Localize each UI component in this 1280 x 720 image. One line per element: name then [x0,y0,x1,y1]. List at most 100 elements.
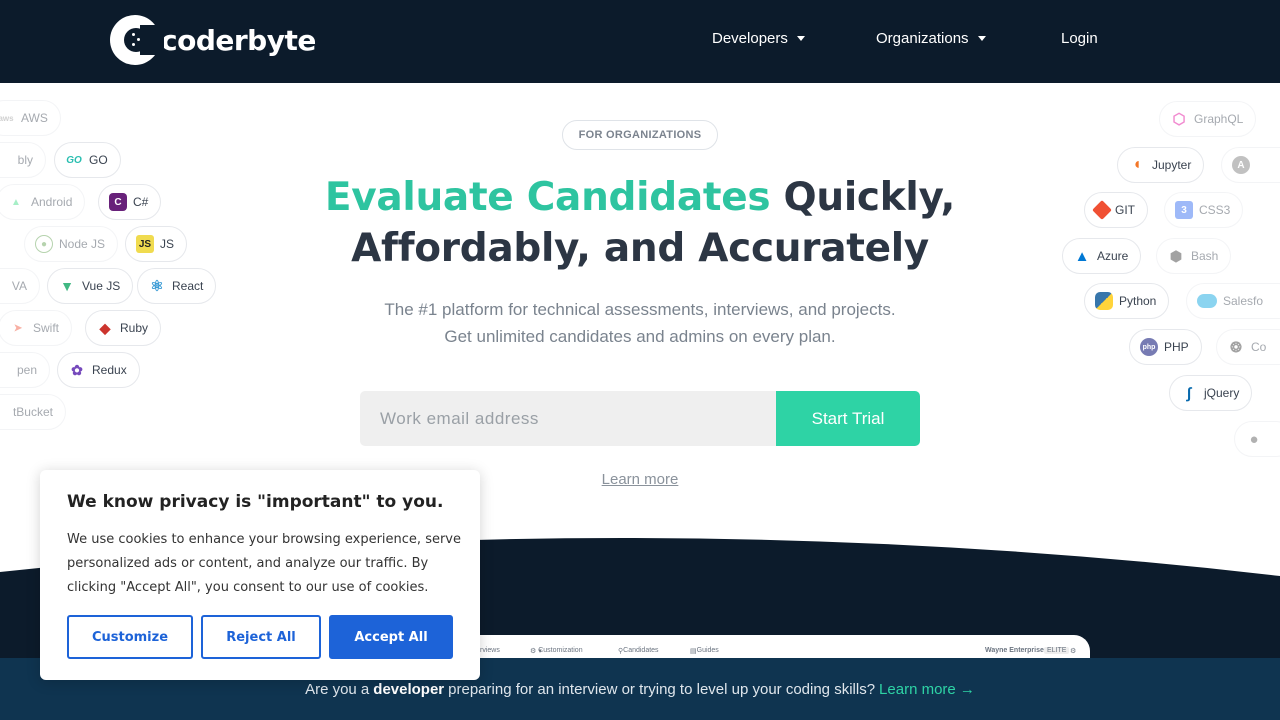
tech-pill-label: Node JS [59,237,106,251]
css3-icon: 3 [1175,201,1193,219]
ruby-icon: ◆ [99,319,111,336]
tech-pill-partial: pen [0,352,50,388]
tech-pill-vuejs: ▼ Vue JS [47,268,134,304]
redux-icon: ✿ [71,361,83,378]
tech-pill-codepen: ❂ Co [1216,329,1280,365]
graphql-icon: ⬡ [1172,111,1186,128]
tech-pill-angular: A [1221,147,1280,183]
start-trial-button[interactable]: Start Trial [776,391,920,446]
tech-pill-label: pen [16,363,37,377]
hero-headline: Evaluate Candidates Quickly, Affordably,… [300,172,980,274]
git-icon [1092,200,1112,220]
aws-icon: aws [0,113,14,123]
accept-all-button[interactable]: Accept All [329,615,453,659]
tech-pill-label: GIT [1115,203,1135,217]
preview-nav-item: ⚲ Candidates [618,647,659,655]
tech-pill-salesforce: Salesfo [1186,283,1280,319]
tech-pill-js: JS JS [125,226,188,262]
tech-pill-jquery: ∫ jQuery [1169,375,1253,411]
tech-pill-label: VA [11,279,27,293]
tech-pill-label: PHP [1164,340,1189,354]
swift-icon: ➤ [13,322,23,334]
tech-pill-label: Vue JS [82,279,121,293]
caret-down-icon [796,36,805,41]
tech-pill-label: Redux [92,363,127,377]
nav-developers[interactable]: Developers [712,30,805,47]
bash-icon: ⬢ [1169,247,1183,264]
tech-pill-label: Co [1251,340,1267,354]
site-header: coderbyte Developers Organizations Login [0,0,1280,83]
tech-pill-label: Android [31,195,73,209]
tech-pill-label: Salesfo [1223,294,1264,308]
tech-pill-partial: tBucket [0,394,66,430]
codepen-icon: ❂ [1230,338,1242,355]
tech-pill-bash: ⬢ Bash [1156,238,1232,274]
tech-pill-label: GraphQL [1194,112,1244,126]
tech-pill-jupyter: ◖ Jupyter [1117,147,1205,183]
azure-icon: ▲ [1074,247,1090,265]
nodejs-icon: ● [35,235,53,253]
customize-button[interactable]: Customize [67,615,193,659]
nav-organizations-label: Organizations [876,30,969,47]
preview-gear-icon: ⚙ [1070,648,1077,655]
tech-pill-python: Python [1084,283,1170,319]
tech-pill-partial: VA [0,268,40,304]
tech-pill-label: CSS3 [1199,203,1231,217]
banner-learn-more-link[interactable]: Learn more → [879,681,975,698]
nav-organizations[interactable]: Organizations [876,30,986,47]
tech-pill-azure: ▲ Azure [1062,238,1142,274]
tech-pill-label: Swift [33,321,60,335]
go-icon: GO [66,154,82,166]
subtitle-line-2: Get unlimited candidates and admins on e… [444,327,836,346]
preview-nav-item: rviews [480,647,500,654]
logo-text: coderbyte [161,23,316,57]
banner-suffix: preparing for an interview or trying to … [448,680,876,698]
tech-pill-git: GIT [1084,192,1148,228]
page: coderbyte Developers Organizations Login… [0,0,1280,720]
preview-company: Wayne Enterprises [985,647,1048,654]
react-icon: ⚛ [150,278,164,295]
js-icon: JS [136,235,154,253]
jquery-icon: ∫ [1186,384,1192,402]
cookie-text: We use cookies to enhance your browsing … [67,532,461,595]
tech-pill-label: tBucket [12,405,53,419]
cookie-consent-dialog: We know privacy is "important" to you. W… [40,470,480,680]
coderbyte-logo-icon [110,15,164,65]
tech-pill-label: React [172,279,204,293]
php-icon: php [1140,338,1158,356]
apple-icon: ● [1249,430,1259,448]
tech-pill-label: bly [17,153,33,167]
learn-more-link[interactable]: Learn more [560,471,720,488]
reject-all-button[interactable]: Reject All [201,615,321,659]
headline-accent: Evaluate Candidates [324,175,771,220]
headline-rest: Quickly, [770,175,956,220]
tech-pill-android: ▲ Android [0,184,86,220]
angular-icon: A [1232,156,1250,174]
tech-pill-aws: aws AWS [0,100,61,136]
tech-pill-label: jQuery [1204,386,1240,400]
tech-pill-label: Python [1119,294,1157,308]
work-email-input[interactable] [360,391,776,446]
android-icon: ▲ [11,196,21,208]
tech-pill-react: ⚛ React [137,268,217,304]
tech-pill-label: Azure [1097,249,1129,263]
tech-pill-partial: bly [0,142,46,178]
tech-pill-label: JS [160,237,175,251]
tech-pill-ruby: ◆ Ruby [85,310,162,346]
tech-pill-nodejs: ● Node JS [24,226,119,262]
subtitle-line-1: The #1 platform for technical assessment… [384,300,896,319]
tech-pill-css3: 3 CSS3 [1164,192,1244,228]
tech-pill-label: C# [133,195,149,209]
tech-pill-go: GO GO [54,142,121,178]
for-organizations-badge: FOR ORGANIZATIONS [562,120,718,150]
tech-pill-apple: ● [1234,421,1280,457]
nav-login[interactable]: Login [1061,30,1098,47]
coderbyte-logo[interactable]: coderbyte [110,15,316,65]
nav-login-label: Login [1061,30,1098,47]
caret-down-icon [977,36,986,41]
csharp-icon: C [109,193,127,211]
tech-pill-label: Bash [1191,249,1219,263]
tech-pill-label: GO [89,153,108,167]
preview-nav-item: ⚙ Customization ▾ [530,647,583,655]
banner-bold: developer [373,680,445,698]
